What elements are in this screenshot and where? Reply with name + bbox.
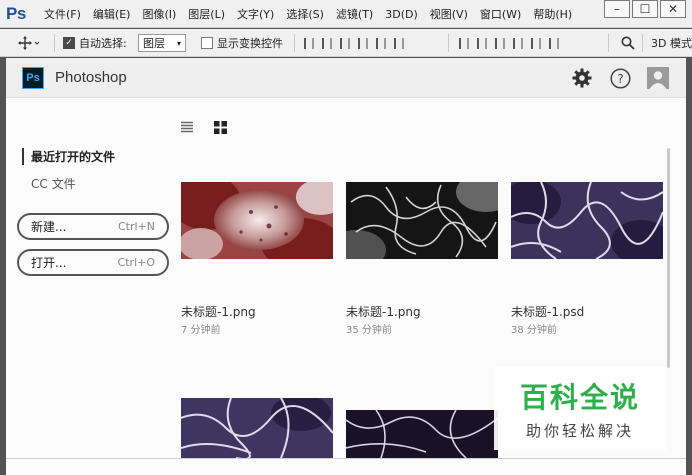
svg-text:?: ?	[617, 72, 623, 86]
help-icon[interactable]: ?	[609, 67, 631, 89]
gear-icon[interactable]	[571, 67, 593, 89]
start-header: Ps Photoshop ?	[6, 58, 686, 98]
distribute-right-icon[interactable]	[549, 37, 559, 49]
menu-bar: Ps 文件(F) 编辑(E) 图像(I) 图层(L) 文字(Y) 选择(S) 滤…	[0, 0, 692, 28]
recent-file-thumbnail-2[interactable]	[326, 172, 516, 270]
distribute-bottom-icon[interactable]	[495, 37, 505, 49]
recent-file-time-3: 38 分钟前	[511, 325, 557, 336]
auto-select-dropdown[interactable]: 图层 ▾	[138, 29, 186, 57]
recent-file-thumbnail-1[interactable]	[171, 174, 346, 270]
checkbox-checked-icon: ✓	[63, 37, 75, 49]
menu-layer[interactable]: 图层(L)	[188, 6, 225, 22]
menu-3d[interactable]: 3D(D)	[385, 8, 418, 21]
3d-mode-label: 3D 模式	[651, 37, 692, 50]
recent-file-thumbnail-4[interactable]	[180, 395, 334, 460]
menu-edit[interactable]: 编辑(E)	[93, 6, 131, 22]
ps-app-icon: Ps	[22, 67, 44, 89]
new-shortcut: Ctrl+N	[117, 220, 155, 233]
menu-help[interactable]: 帮助(H)	[533, 6, 572, 22]
distribute-vcenter-icon[interactable]	[477, 37, 487, 49]
distribute-top-icon[interactable]	[459, 37, 469, 49]
move-tool-icon[interactable]	[18, 29, 40, 57]
chevron-down-icon: ▾	[176, 38, 181, 48]
align-hcenter-icon[interactable]	[376, 37, 386, 49]
scrollbar[interactable]	[667, 148, 670, 368]
menu-window[interactable]: 窗口(W)	[480, 6, 521, 22]
align-bottom-icon[interactable]	[340, 37, 350, 49]
new-button[interactable]: 新建... Ctrl+N	[17, 213, 169, 240]
recent-file-time-1: 7 分钟前	[181, 325, 221, 336]
menu-image[interactable]: 图像(I)	[142, 6, 176, 22]
options-bar: ✓ 自动选择: 图层 ▾ 显示变换控件 3D 模式	[0, 29, 692, 57]
recent-file-name-2[interactable]: 未标题-1.png	[346, 303, 421, 320]
menu-view[interactable]: 视图(V)	[430, 6, 468, 22]
align-buttons	[300, 29, 408, 57]
align-left-icon[interactable]	[358, 37, 368, 49]
recent-file-thumbnail-5[interactable]	[345, 409, 499, 459]
checkbox-empty-icon	[201, 37, 213, 49]
auto-select-label: 自动选择:	[79, 37, 127, 50]
align-vcenter-icon[interactable]	[322, 37, 332, 49]
main-menu: 文件(F) 编辑(E) 图像(I) 图层(L) 文字(Y) 选择(S) 滤镜(T…	[44, 0, 584, 28]
minimize-button[interactable]: –	[604, 0, 630, 18]
recent-files-heading[interactable]: 最近打开的文件	[22, 148, 115, 165]
recent-file-time-2: 35 分钟前	[346, 325, 392, 336]
auto-select-checkbox[interactable]: ✓ 自动选择:	[63, 29, 127, 57]
distribute-left-icon[interactable]	[513, 37, 523, 49]
list-view-icon[interactable]	[180, 120, 194, 134]
distribute-buttons	[455, 29, 563, 57]
watermark-subtitle: 助你轻松解决	[525, 422, 634, 440]
maximize-button[interactable]: ☐	[632, 0, 658, 18]
recent-file-name-1[interactable]: 未标题-1.png	[181, 303, 256, 320]
watermark: 百科全说 助你轻松解决	[494, 367, 666, 450]
show-transform-checkbox[interactable]: 显示变换控件	[201, 29, 283, 57]
photoshop-logo: Ps	[6, 4, 26, 23]
grid-view-icon[interactable]	[214, 120, 227, 134]
window-controls: – ☐ ✕	[602, 0, 686, 18]
cc-files-link[interactable]: CC 文件	[31, 175, 76, 192]
watermark-title: 百科全说	[519, 381, 640, 414]
close-button[interactable]: ✕	[660, 0, 686, 18]
align-right-icon[interactable]	[394, 37, 404, 49]
recent-file-thumbnail-3[interactable]	[501, 180, 671, 264]
menu-select[interactable]: 选择(S)	[286, 6, 324, 22]
divider	[6, 458, 686, 459]
menu-file[interactable]: 文件(F)	[44, 6, 81, 22]
menu-type[interactable]: 文字(Y)	[237, 6, 274, 22]
new-button-label: 新建...	[31, 220, 67, 234]
open-button-label: 打开...	[31, 256, 67, 270]
menu-filter[interactable]: 滤镜(T)	[336, 6, 373, 22]
recent-file-name-3[interactable]: 未标题-1.psd	[511, 303, 584, 320]
auto-select-value: 图层	[143, 37, 165, 50]
avatar-icon[interactable]	[647, 67, 669, 89]
distribute-hcenter-icon[interactable]	[531, 37, 541, 49]
align-top-icon[interactable]	[304, 37, 314, 49]
open-shortcut: Ctrl+O	[117, 256, 155, 269]
show-transform-label: 显示变换控件	[217, 37, 283, 50]
app-title: Photoshop	[55, 69, 127, 86]
search-icon[interactable]	[621, 29, 635, 57]
open-button[interactable]: 打开... Ctrl+O	[17, 249, 169, 276]
